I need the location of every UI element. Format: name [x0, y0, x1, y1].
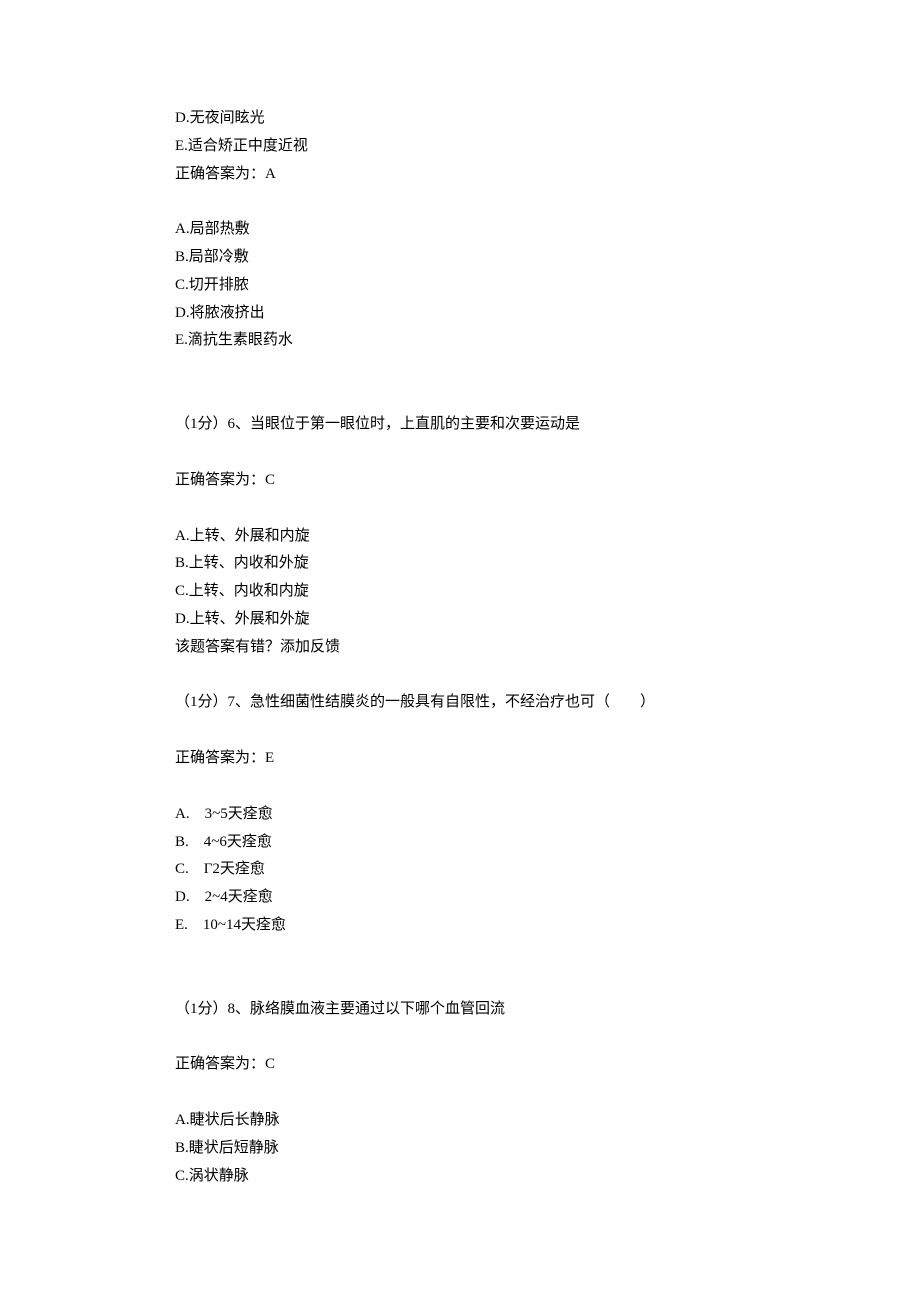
- q8-stem: （1分）8、脉络膜血液主要通过以下哪个血管回流: [175, 996, 745, 1024]
- q5b-option-e: E.滴抗生素眼药水: [175, 327, 745, 355]
- spacer: [175, 1079, 745, 1107]
- q5b-option-d: D.将脓液挤出: [175, 300, 745, 328]
- exam-page: D.无夜间眩光 E.适合矫正中度近视 正确答案为：A A.局部热敷 B.局部冷敷…: [0, 0, 920, 1301]
- q6-option-a: A.上转、外展和内旋: [175, 523, 745, 551]
- q5-answer: 正确答案为：A: [175, 161, 745, 189]
- q6-feedback-link[interactable]: 该题答案有错？添加反馈: [175, 634, 745, 662]
- spacer: [175, 661, 745, 689]
- spacer: [175, 439, 745, 467]
- q8-option-b: B.睫状后短静脉: [175, 1135, 745, 1163]
- spacer: [175, 968, 745, 996]
- spacer: [175, 383, 745, 411]
- q7-option-e: E. 10~14天痊愈: [175, 912, 745, 940]
- q7-option-a: A. 3~5天痊愈: [175, 801, 745, 829]
- spacer: [175, 940, 745, 968]
- q5b-option-b: B.局部冷敷: [175, 244, 745, 272]
- spacer: [175, 188, 745, 216]
- q6-option-d: D.上转、外展和外旋: [175, 606, 745, 634]
- spacer: [175, 495, 745, 523]
- q8-option-c: C.涡状静脉: [175, 1163, 745, 1191]
- spacer: [175, 717, 745, 745]
- q7-option-b: B. 4~6天痊愈: [175, 829, 745, 857]
- spacer: [175, 773, 745, 801]
- q7-option-d: D. 2~4天痊愈: [175, 884, 745, 912]
- q7-answer: 正确答案为：E: [175, 745, 745, 773]
- spacer: [175, 355, 745, 383]
- q5b-option-a: A.局部热敷: [175, 216, 745, 244]
- q6-answer: 正确答案为：C: [175, 467, 745, 495]
- q5-option-e: E.适合矫正中度近视: [175, 133, 745, 161]
- q7-option-c: C. Г2天痊愈: [175, 856, 745, 884]
- spacer: [175, 1023, 745, 1051]
- q5-option-d: D.无夜间眩光: [175, 105, 745, 133]
- q6-option-c: C.上转、内收和内旋: [175, 578, 745, 606]
- q6-option-b: B.上转、内收和外旋: [175, 550, 745, 578]
- q7-stem: （1分）7、急性细菌性结膜炎的一般具有自限性，不经治疗也可（ ）: [175, 689, 745, 717]
- q8-answer: 正确答案为：C: [175, 1051, 745, 1079]
- q6-stem: （1分）6、当眼位于第一眼位时，上直肌的主要和次要运动是: [175, 411, 745, 439]
- q5b-option-c: C.切开排脓: [175, 272, 745, 300]
- q8-option-a: A.睫状后长静脉: [175, 1107, 745, 1135]
